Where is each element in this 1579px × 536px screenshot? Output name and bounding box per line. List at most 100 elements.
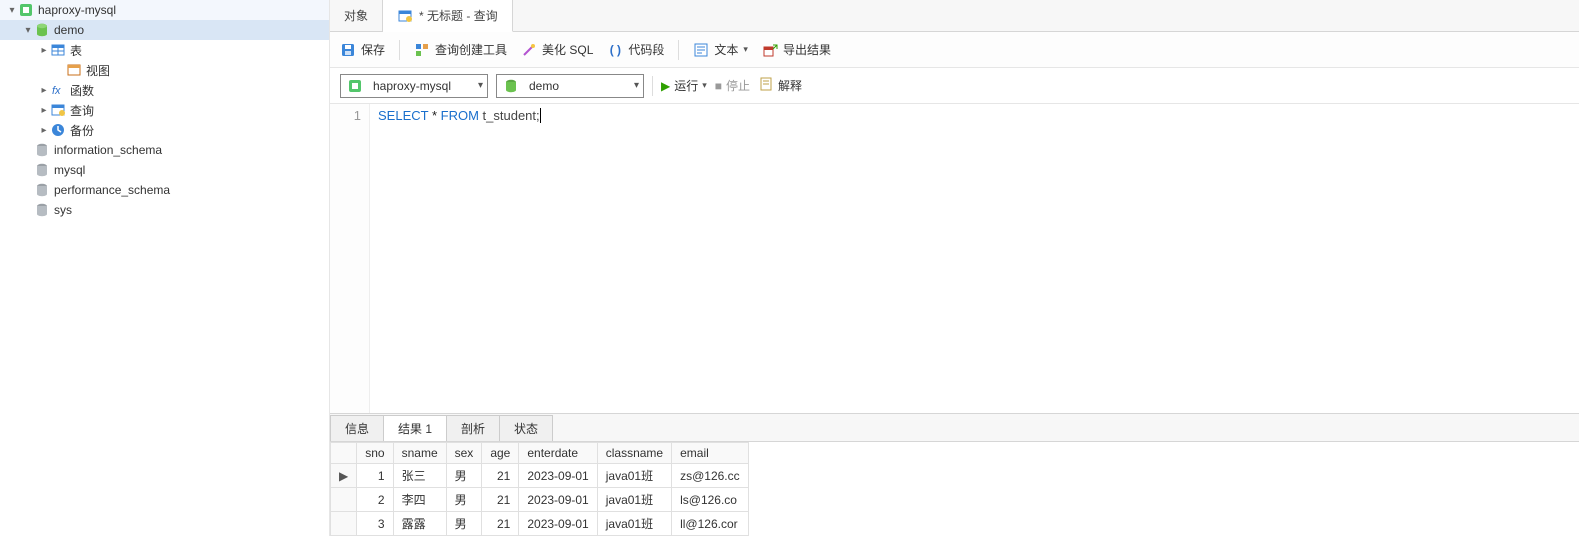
column-header[interactable]: sex xyxy=(446,443,482,464)
cell-sname[interactable]: 张三 xyxy=(393,464,446,488)
separator xyxy=(678,40,679,60)
row-pointer: ▶ xyxy=(331,464,357,488)
cell-enterdate[interactable]: 2023-09-01 xyxy=(519,464,597,488)
cell-email[interactable]: ll@126.cor xyxy=(672,512,749,536)
tab-objects[interactable]: 对象 xyxy=(330,0,383,31)
button-label: 保存 xyxy=(361,41,385,58)
button-label: 解释 xyxy=(778,77,802,94)
run-button[interactable]: ▶ 运行 ▾ xyxy=(661,77,707,94)
cell-sname[interactable]: 露露 xyxy=(393,512,446,536)
twisty-icon[interactable] xyxy=(38,84,50,96)
twisty-icon[interactable] xyxy=(6,4,18,16)
table-row[interactable]: 3 露露 男 21 2023-09-01 java01班 ll@126.cor xyxy=(331,512,749,536)
editor-tabs: 对象 * 无标题 - 查询 xyxy=(330,0,1579,32)
text-cursor xyxy=(540,108,541,123)
cell-age[interactable]: 21 xyxy=(482,464,519,488)
cell-email[interactable]: zs@126.cc xyxy=(672,464,749,488)
tab-label: 对象 xyxy=(344,7,368,24)
connection-icon xyxy=(347,78,363,94)
explain-icon xyxy=(758,76,774,95)
beautify-sql-button[interactable]: 美化 SQL xyxy=(521,41,593,58)
tree-node-backups[interactable]: 备份 xyxy=(0,120,329,140)
twisty-icon[interactable] xyxy=(38,44,50,56)
table-row[interactable]: 2 李四 男 21 2023-09-01 java01班 ls@126.co xyxy=(331,488,749,512)
play-icon: ▶ xyxy=(661,79,670,93)
separator xyxy=(399,40,400,60)
chevron-down-icon[interactable]: ▾ xyxy=(702,80,707,91)
database-icon xyxy=(34,22,50,38)
connection-tree[interactable]: haproxy-mysql demo 表 视图 xyxy=(0,0,330,536)
result-tab-status[interactable]: 状态 xyxy=(499,415,553,441)
tree-node-queries[interactable]: 查询 xyxy=(0,100,329,120)
twisty-icon[interactable] xyxy=(38,104,50,116)
cell-sname[interactable]: 李四 xyxy=(393,488,446,512)
view-icon xyxy=(66,62,82,78)
button-label: 美化 SQL xyxy=(542,41,593,58)
button-label: 导出结果 xyxy=(783,41,831,58)
cell-enterdate[interactable]: 2023-09-01 xyxy=(519,512,597,536)
sql-text: * xyxy=(428,108,440,123)
sql-keyword: FROM xyxy=(441,108,479,123)
query-tab-icon xyxy=(397,8,413,24)
text-icon xyxy=(693,42,709,58)
explain-button[interactable]: 解释 xyxy=(758,76,802,95)
tree-node-functions[interactable]: fx 函数 xyxy=(0,80,329,100)
button-label: 文本 xyxy=(714,41,738,58)
separator xyxy=(652,76,653,96)
tab-label: * 无标题 - 查询 xyxy=(419,7,498,24)
save-button[interactable]: 保存 xyxy=(340,41,385,58)
column-header[interactable]: age xyxy=(482,443,519,464)
result-tab-info[interactable]: 信息 xyxy=(330,415,384,441)
tree-database-other[interactable]: performance_schema xyxy=(0,180,329,200)
query-builder-button[interactable]: 查询创建工具 xyxy=(414,41,507,58)
tree-node-tables[interactable]: 表 xyxy=(0,40,329,60)
result-tab-result1[interactable]: 结果 1 xyxy=(383,415,447,441)
tree-connection[interactable]: haproxy-mysql xyxy=(0,0,329,20)
tree-database-other[interactable]: mysql xyxy=(0,160,329,180)
cell-age[interactable]: 21 xyxy=(482,512,519,536)
tree-database-other[interactable]: sys xyxy=(0,200,329,220)
tab-query[interactable]: * 无标题 - 查询 xyxy=(383,0,513,32)
cell-enterdate[interactable]: 2023-09-01 xyxy=(519,488,597,512)
code-snippet-button[interactable]: ( ) 代码段 xyxy=(607,41,664,58)
column-header[interactable]: email xyxy=(672,443,749,464)
editor-gutter: 1 xyxy=(330,104,370,413)
tree-node-views[interactable]: 视图 xyxy=(0,60,329,80)
text-mode-button[interactable]: 文本 ▾ xyxy=(693,41,748,58)
cell-classname[interactable]: java01班 xyxy=(597,512,671,536)
result-grid[interactable]: sno sname sex age enterdate classname em… xyxy=(330,441,1579,536)
cell-age[interactable]: 21 xyxy=(482,488,519,512)
twisty-icon[interactable] xyxy=(38,124,50,136)
line-number: 1 xyxy=(330,108,361,123)
cell-sno[interactable]: 1 xyxy=(357,464,393,488)
cell-classname[interactable]: java01班 xyxy=(597,488,671,512)
result-tabs: 信息 结果 1 剖析 状态 xyxy=(330,413,1579,441)
tree-database-demo[interactable]: demo xyxy=(0,20,329,40)
editor-code[interactable]: SELECT * FROM t_student; xyxy=(370,104,1579,413)
column-header[interactable]: enterdate xyxy=(519,443,597,464)
column-header[interactable]: sname xyxy=(393,443,446,464)
database-selector[interactable]: demo ▾ xyxy=(496,74,644,98)
column-header[interactable]: classname xyxy=(597,443,671,464)
tree-database-other[interactable]: information_schema xyxy=(0,140,329,160)
cell-classname[interactable]: java01班 xyxy=(597,464,671,488)
result-tab-profile[interactable]: 剖析 xyxy=(446,415,500,441)
connection-label: haproxy-mysql xyxy=(38,3,116,17)
twisty-icon xyxy=(54,64,66,76)
app-root: haproxy-mysql demo 表 视图 xyxy=(0,0,1579,536)
connection-selector[interactable]: haproxy-mysql ▾ xyxy=(340,74,488,98)
result-table[interactable]: sno sname sex age enterdate classname em… xyxy=(330,442,749,536)
cell-sno[interactable]: 3 xyxy=(357,512,393,536)
twisty-icon[interactable] xyxy=(22,24,34,36)
column-header[interactable]: sno xyxy=(357,443,393,464)
cell-sno[interactable]: 2 xyxy=(357,488,393,512)
table-row[interactable]: ▶ 1 张三 男 21 2023-09-01 java01班 zs@126.cc xyxy=(331,464,749,488)
parentheses-icon: ( ) xyxy=(607,42,623,58)
cell-sex[interactable]: 男 xyxy=(446,464,482,488)
cell-email[interactable]: ls@126.co xyxy=(672,488,749,512)
sql-editor[interactable]: 1 SELECT * FROM t_student; xyxy=(330,104,1579,413)
export-result-button[interactable]: 导出结果 xyxy=(762,41,831,58)
cell-sex[interactable]: 男 xyxy=(446,512,482,536)
cell-sex[interactable]: 男 xyxy=(446,488,482,512)
database-icon xyxy=(34,182,50,198)
